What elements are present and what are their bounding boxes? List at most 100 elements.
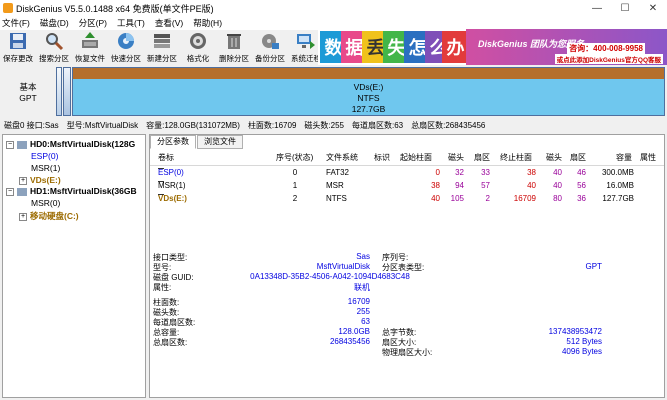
info-sectors-per-track: 每道扇区数:63 (351, 121, 404, 130)
maximize-button[interactable]: ☐ (611, 0, 639, 16)
cell-start-cyl: 38 (431, 181, 440, 190)
tab-partition-params[interactable]: 分区参数 (150, 135, 196, 149)
quick-partition-button[interactable]: 快速分区 (108, 30, 144, 64)
collapse-icon[interactable]: − (6, 187, 14, 196)
info-interface: 磁盘0 接口:Sas (4, 121, 59, 130)
minimize-button[interactable]: — (583, 0, 611, 16)
table-row[interactable]: ESP(0) 0 FAT32 0 32 33 38 40 46 300.0MB (150, 168, 664, 181)
detail-value: 137438953472 (548, 327, 602, 336)
quick-partition-icon (118, 33, 134, 49)
banner-phone: 咨询：400-008-9958 (567, 43, 645, 54)
recover-file-button[interactable]: 恢复文件 (72, 30, 108, 64)
menu-partition[interactable]: 分区(P) (79, 17, 107, 29)
disk-type-gpt: GPT (19, 93, 37, 103)
detail-value: 4096 Bytes (561, 347, 602, 356)
expand-icon[interactable]: + (19, 212, 27, 221)
collapse-icon[interactable]: − (6, 140, 14, 149)
cell-end-sector: 46 (577, 168, 586, 177)
menu-bar: 文件(F) 磁盘(D) 分区(P) 工具(T) 查看(V) 帮助(H) (0, 16, 667, 30)
toolbar-label: 格式化 (186, 54, 210, 63)
col-end-sector[interactable]: 扇区 (564, 152, 586, 163)
disk-type-label: 基本 GPT (8, 82, 48, 104)
detail-value: 255 (356, 307, 370, 316)
partition-block-name: VDs(E:) (353, 82, 384, 92)
partition-block-msr[interactable] (63, 67, 71, 116)
cell-capacity: 16.0MB (606, 181, 634, 190)
col-flag[interactable]: 标识 (374, 152, 390, 163)
cell-end-sector: 36 (577, 194, 586, 203)
table-row[interactable]: VDs(E:) 2 NTFS 40 105 2 16709 80 36 127.… (150, 194, 664, 207)
tree-part-removable[interactable]: + 移动硬盘(C:) (19, 210, 79, 222)
search-partition-button[interactable]: 搜索分区 (36, 30, 72, 64)
detail-value: 0A13348D-35B2-4506-A042-1094D4683C48 (250, 272, 410, 281)
right-pane: 分区参数 浏览文件 卷标 序号(状态) 文件系统 标识 起始柱面 磁头 扇区 终… (149, 134, 665, 398)
save-changes-button[interactable]: 保存更改 (0, 30, 36, 64)
detail-value: 联机 (354, 283, 370, 292)
backup-partition-button[interactable]: 备份分区 (252, 30, 288, 64)
window-controls: — ☐ ✕ (583, 0, 667, 16)
toolbar-label: 搜索分区 (39, 54, 69, 63)
col-attr[interactable]: 属性 (640, 152, 656, 163)
cell-seq: 1 (292, 181, 298, 190)
partition-block-vds[interactable]: VDs(E:) NTFS 127.7GB (72, 67, 665, 116)
col-fs[interactable]: 文件系统 (326, 152, 358, 163)
partition-block-text: VDs(E:) NTFS 127.7GB (73, 82, 664, 115)
backup-partition-icon (262, 34, 279, 49)
partition-block-fs: NTFS (357, 93, 380, 103)
format-button[interactable]: 格式化 (180, 30, 216, 64)
banner-slogan: DiskGenius 团队为您服务 咨询：400-008-9958 或点此添加D… (466, 29, 667, 65)
expand-icon[interactable]: + (19, 176, 27, 185)
window-title: DiskGenius V5.5.0.1488 x64 免费版(单文件PE版) (16, 3, 214, 14)
toolbar-label: 系统迁移 (291, 54, 321, 63)
close-button[interactable]: ✕ (639, 0, 667, 16)
promo-banner[interactable]: 数 据 丢 失 怎 么 办 DiskGenius 团队为您服务 咨询：400-0… (318, 29, 667, 65)
cell-end-head: 80 (553, 194, 562, 203)
tree-part-msr2[interactable]: MSR(0) (31, 198, 60, 208)
partition-block-esp[interactable] (56, 67, 62, 116)
tree-disk-hd0[interactable]: − HD0:MsftVirtualDisk(128G (6, 139, 135, 149)
delete-partition-button[interactable]: 删除分区 (216, 30, 252, 64)
disk-icon (17, 187, 27, 196)
cell-end-cyl: 38 (527, 168, 536, 177)
menu-disk[interactable]: 磁盘(D) (40, 17, 69, 29)
toolbar-label: 删除分区 (219, 54, 249, 63)
banner-qq-link[interactable]: 或点此添加DiskGenius官方QQ客服 (554, 54, 663, 64)
new-partition-button[interactable]: 新建分区 (144, 30, 180, 64)
tree-part-esp[interactable]: ESP(0) (31, 151, 58, 161)
format-icon (190, 33, 206, 49)
recover-file-icon (82, 32, 98, 48)
detail-value: 512 Bytes (566, 337, 602, 346)
menu-tools[interactable]: 工具(T) (117, 17, 145, 29)
detail-value: Sas (356, 252, 370, 261)
tree-part-vds[interactable]: + VDs(E:) (19, 175, 61, 185)
title-bar: DiskGenius V5.5.0.1488 x64 免费版(单文件PE版) —… (0, 0, 667, 16)
cell-end-sector: 56 (577, 181, 586, 190)
tab-browse-files[interactable]: 浏览文件 (197, 135, 243, 149)
info-heads: 磁头数:255 (304, 121, 344, 130)
col-end-head[interactable]: 磁头 (540, 152, 562, 163)
col-start-cyl[interactable]: 起始柱面 (400, 152, 452, 163)
tree-disk-hd1[interactable]: − HD1:MsftVirtualDisk(36GB (6, 186, 137, 196)
col-start-head[interactable]: 磁头 (446, 152, 464, 163)
menu-file[interactable]: 文件(F) (2, 17, 30, 29)
tree-disk-label: HD1:MsftVirtualDisk(36GB (30, 186, 137, 196)
col-start-sector[interactable]: 扇区 (468, 152, 490, 163)
tree-part-label: VDs(E:) (30, 175, 61, 185)
tree-part-msr[interactable]: MSR(1) (31, 163, 60, 173)
detail-value: 128.0GB (338, 327, 370, 336)
info-cylinders: 柱面数:16709 (247, 121, 297, 130)
banner-char: 办 (442, 31, 469, 63)
menu-help[interactable]: 帮助(H) (193, 17, 222, 29)
search-partition-icon (46, 33, 64, 51)
cell-start-head: 32 (455, 168, 464, 177)
col-seq[interactable]: 序号(状态) (276, 152, 313, 163)
detail-key: 属性: (153, 283, 172, 292)
app-icon (3, 3, 13, 13)
menu-view[interactable]: 查看(V) (155, 17, 183, 29)
tree-part-label: ESP(0) (31, 151, 59, 161)
col-label[interactable]: 卷标 (158, 152, 174, 163)
detail-value: 16709 (347, 297, 370, 306)
tree-part-label: MSR(0) (31, 198, 61, 208)
disk-tree: − HD0:MsftVirtualDisk(128G ESP(0) MSR(1) … (2, 134, 146, 398)
table-row[interactable]: MSR(1) 1 MSR 38 94 57 40 40 56 16.0MB (150, 181, 664, 194)
